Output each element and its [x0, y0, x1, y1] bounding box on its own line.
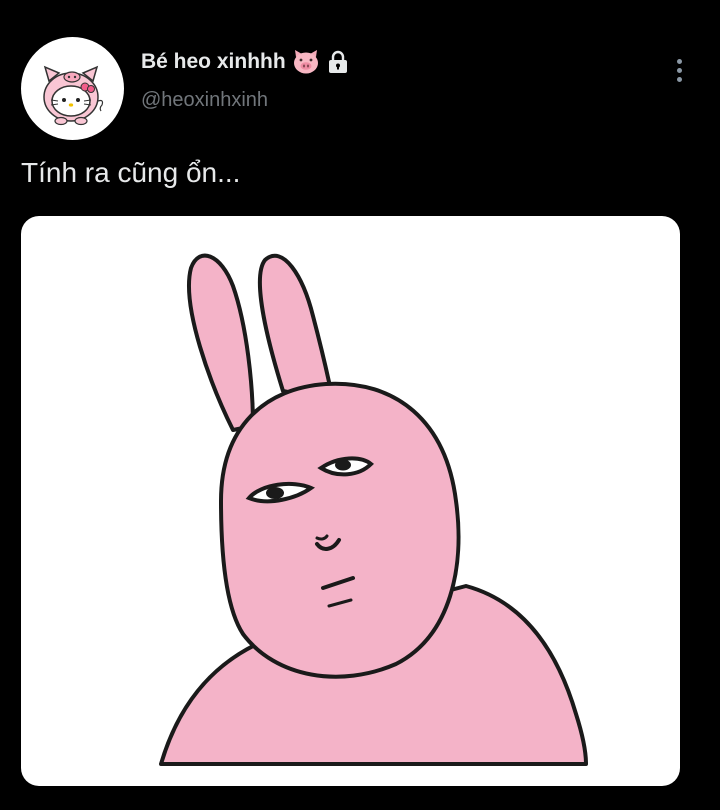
- hello-kitty-pig-avatar-icon: [43, 65, 104, 126]
- tweet-card: Bé heo xinhhh @heoxinhxinh Tính ra cũng …: [0, 0, 720, 810]
- more-options-button[interactable]: [662, 52, 696, 88]
- tweet-text: Tính ra cũng ổn...: [21, 157, 241, 188]
- pig-face-emoji-icon: [293, 50, 318, 74]
- display-name-row: Bé heo xinhhh: [141, 47, 350, 77]
- lock-icon: [328, 50, 347, 73]
- more-dot-icon: [676, 67, 682, 73]
- tweet-media-image[interactable]: [21, 216, 680, 786]
- avatar[interactable]: [21, 37, 124, 140]
- user-handle[interactable]: @heoxinhxinh: [141, 89, 268, 112]
- pink-rabbit-meme-icon: [159, 253, 588, 766]
- more-dot-icon: [676, 58, 682, 64]
- display-name[interactable]: Bé heo xinhhh: [141, 50, 286, 74]
- more-dot-icon: [676, 76, 682, 82]
